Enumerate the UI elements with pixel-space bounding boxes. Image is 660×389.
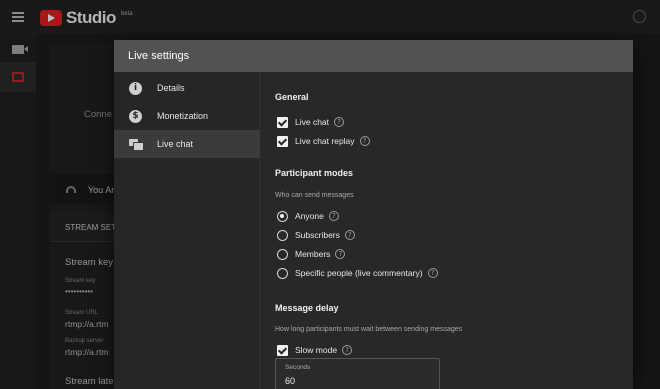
dollar-icon: $ bbox=[129, 109, 142, 123]
mode-subscribers-option[interactable]: Subscribers ? bbox=[277, 229, 355, 241]
live-chat-replay-label: Live chat replay bbox=[295, 136, 355, 146]
dialog-content: General Live chat ? Live chat replay ? P… bbox=[261, 72, 633, 389]
mode-specific-people-radio[interactable] bbox=[277, 267, 288, 279]
mode-anyone-option[interactable]: Anyone ? bbox=[277, 210, 339, 222]
nav-item-live-chat[interactable]: Live chat bbox=[114, 130, 260, 158]
live-chat-replay-option[interactable]: Live chat replay ? bbox=[277, 135, 370, 147]
help-icon[interactable]: ? bbox=[344, 230, 355, 240]
mode-anyone-label: Anyone bbox=[295, 211, 324, 221]
help-icon[interactable]: ? bbox=[328, 211, 339, 221]
mode-members-radio[interactable] bbox=[277, 248, 288, 260]
live-settings-dialog: Live settings i Details $ Monetization L… bbox=[114, 40, 633, 389]
participant-modes-title: Participant modes bbox=[275, 168, 354, 178]
mode-subscribers-radio[interactable] bbox=[277, 229, 288, 241]
participant-modes-subtitle: Who can send messages bbox=[275, 192, 354, 199]
message-delay-title: Message delay bbox=[275, 303, 339, 313]
mode-anyone-radio[interactable] bbox=[277, 210, 288, 222]
general-title: General bbox=[275, 92, 309, 102]
help-icon[interactable]: ? bbox=[334, 117, 345, 127]
live-chat-option[interactable]: Live chat ? bbox=[277, 116, 345, 128]
slow-mode-option[interactable]: Slow mode ? bbox=[277, 344, 353, 356]
mode-specific-people-label: Specific people (live commentary) bbox=[295, 268, 423, 278]
seconds-label: Seconds bbox=[285, 364, 311, 371]
live-chat-replay-checkbox[interactable] bbox=[277, 135, 288, 147]
seconds-input[interactable]: Seconds 60 bbox=[275, 358, 440, 389]
chat-icon bbox=[129, 139, 144, 151]
nav-label-monetization: Monetization bbox=[157, 111, 209, 121]
slow-mode-checkbox[interactable] bbox=[277, 344, 288, 356]
nav-label-live-chat: Live chat bbox=[157, 139, 194, 149]
mode-subscribers-label: Subscribers bbox=[295, 230, 340, 240]
live-chat-label: Live chat bbox=[295, 117, 330, 127]
dialog-header: Live settings bbox=[114, 40, 633, 72]
mode-specific-people-option[interactable]: Specific people (live commentary) ? bbox=[277, 267, 438, 279]
help-icon[interactable]: ? bbox=[342, 345, 353, 355]
mode-members-option[interactable]: Members ? bbox=[277, 248, 346, 260]
mode-members-label: Members bbox=[295, 249, 331, 259]
live-chat-checkbox[interactable] bbox=[277, 116, 288, 128]
help-icon[interactable]: ? bbox=[359, 136, 370, 146]
slow-mode-label: Slow mode bbox=[295, 345, 338, 355]
dialog-nav: i Details $ Monetization Live chat bbox=[114, 72, 260, 389]
seconds-value[interactable]: 60 bbox=[285, 376, 295, 386]
help-icon[interactable]: ? bbox=[427, 268, 438, 278]
nav-label-details: Details bbox=[157, 83, 185, 93]
help-icon[interactable]: ? bbox=[335, 249, 346, 259]
info-icon: i bbox=[129, 81, 142, 95]
dialog-title: Live settings bbox=[128, 50, 190, 62]
message-delay-subtitle: How long participants must wait between … bbox=[275, 326, 463, 333]
nav-item-details[interactable]: i Details bbox=[114, 74, 260, 102]
nav-item-monetization[interactable]: $ Monetization bbox=[114, 102, 260, 130]
